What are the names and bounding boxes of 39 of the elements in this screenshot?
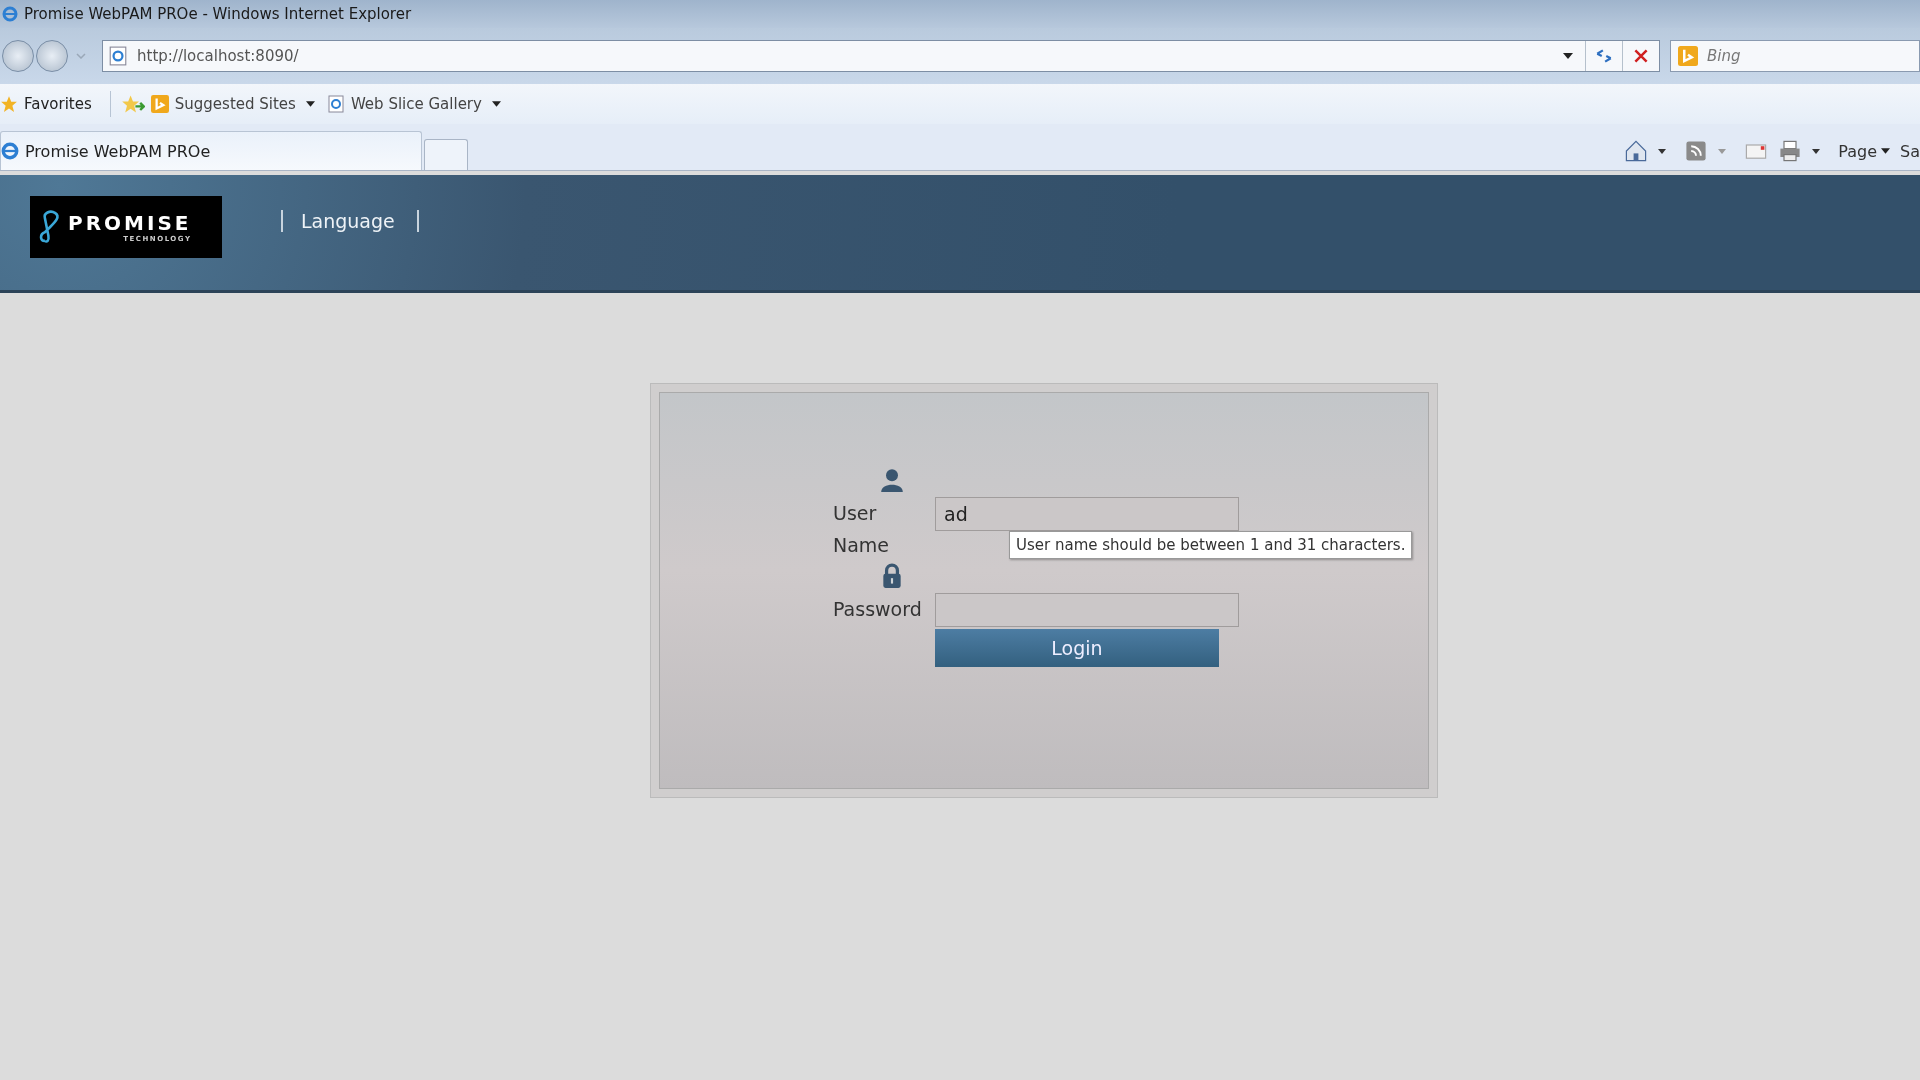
input-field[interactable]: ad	[935, 497, 1239, 531]
add-favorite-icon[interactable]	[120, 94, 145, 114]
bing-icon	[1678, 46, 1698, 66]
language-link[interactable]: Language	[301, 209, 395, 232]
command-menu[interactable]: Page	[1838, 141, 1891, 161]
command-menu[interactable]: Sa	[1900, 141, 1920, 161]
favorites-link[interactable]: Web Slice Gallery	[326, 95, 501, 113]
address-field[interactable]: http://localhost:8090/	[102, 40, 1660, 72]
tooltip: User name should be between 1 and 31 characters.	[1009, 531, 1413, 559]
user-icon	[880, 467, 904, 493]
bing-icon	[150, 95, 169, 113]
caret-icon	[1881, 148, 1891, 154]
feed-icon[interactable]	[1684, 139, 1709, 163]
field-label: Password	[833, 597, 922, 622]
login-button[interactable]: Login	[935, 629, 1219, 667]
star-icon	[0, 95, 18, 113]
caret-icon[interactable]	[1563, 53, 1573, 59]
caret-icon[interactable]	[1658, 148, 1667, 154]
home-icon[interactable]	[1624, 139, 1649, 163]
search-field[interactable]: Bing	[1670, 40, 1920, 72]
lock-icon	[880, 563, 904, 589]
new-tab-button[interactable]	[424, 139, 468, 170]
page-icon	[326, 95, 345, 113]
input-field[interactable]	[935, 593, 1239, 627]
browser-logo-icon	[1, 142, 19, 160]
caret-icon[interactable]	[1812, 148, 1821, 154]
favorites-button[interactable]: Favorites	[0, 95, 110, 113]
forward-button[interactable]	[36, 40, 68, 72]
page-icon	[109, 46, 127, 66]
url-text: http://localhost:8090/	[137, 47, 300, 65]
back-button[interactable]	[2, 40, 34, 72]
printer-icon[interactable]	[1778, 139, 1803, 163]
field-label: User Name	[833, 501, 890, 558]
favorites-link[interactable]: Suggested Sites	[150, 95, 315, 113]
browser-tab[interactable]: Promise WebPAM PROe	[0, 131, 422, 170]
caret-icon	[491, 101, 501, 107]
window-title: Promise WebPAM PROe - Windows Internet Explorer	[24, 5, 412, 23]
caret-icon	[305, 101, 315, 107]
browser-logo-icon	[2, 6, 18, 22]
